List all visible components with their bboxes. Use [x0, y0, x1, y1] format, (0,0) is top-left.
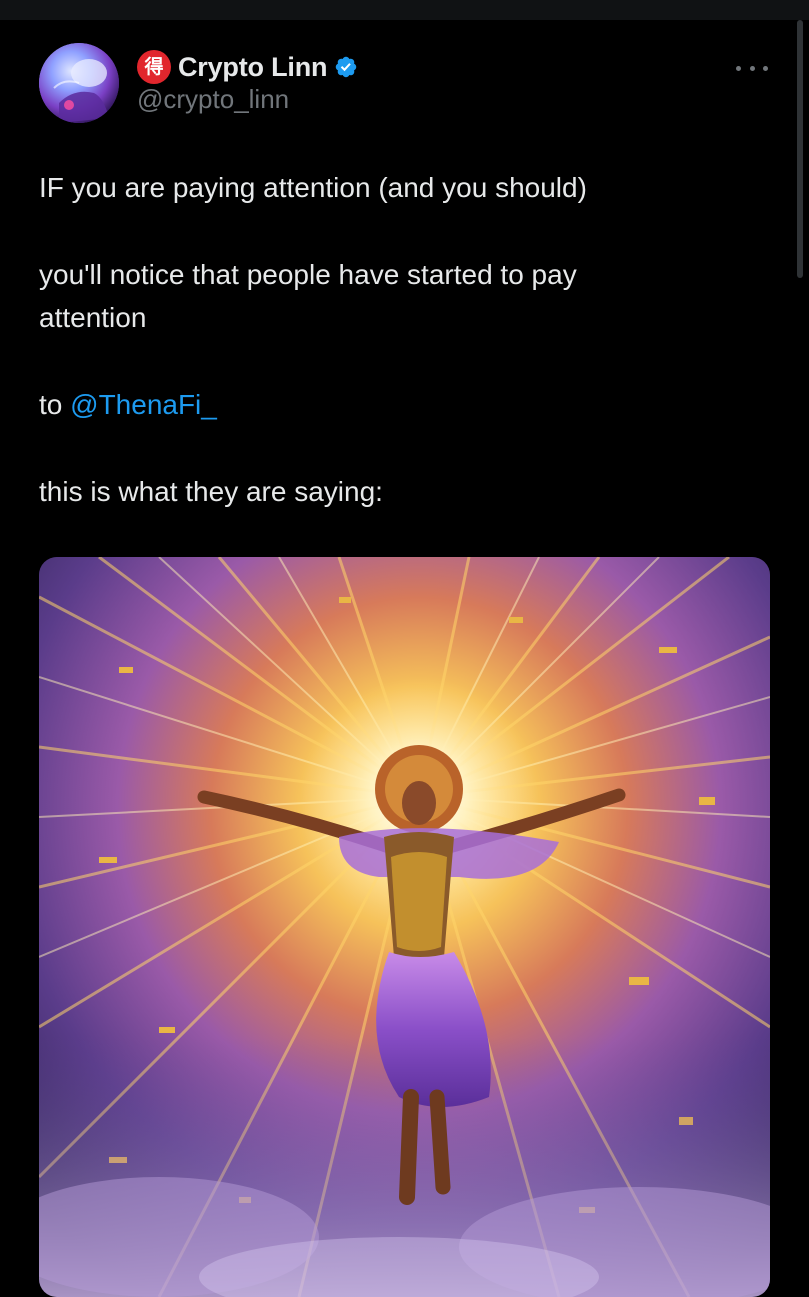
tweet-text-line: this is what they are saying: [39, 476, 383, 507]
tweet-text-line: attention [39, 302, 147, 333]
status-bar [0, 0, 809, 20]
tweet-text-prefix: to [39, 389, 63, 420]
avatar-image [39, 43, 119, 123]
display-name[interactable]: Crypto Linn [178, 52, 327, 83]
avatar[interactable] [39, 43, 119, 123]
tweet-text-line: to @ThenaFi_ [39, 389, 217, 421]
more-options-button[interactable] [736, 57, 768, 79]
tweet-text-line: IF you are paying attention (and you sho… [39, 172, 587, 203]
tweet-text-line: you'll notice that people have started t… [39, 259, 577, 290]
scrollbar[interactable] [797, 20, 803, 278]
author-handle[interactable]: @crypto_linn [137, 84, 289, 115]
mention-link[interactable]: @ThenaFi_ [70, 389, 217, 420]
emoji-badge-icon: 得 [137, 50, 171, 84]
more-horizontal-icon [736, 65, 741, 71]
goddess-painting [39, 557, 770, 1297]
tweet-media-image[interactable] [39, 557, 770, 1297]
verified-badge-icon [336, 56, 357, 78]
author-name-row[interactable]: 得 Crypto Linn [137, 49, 358, 85]
